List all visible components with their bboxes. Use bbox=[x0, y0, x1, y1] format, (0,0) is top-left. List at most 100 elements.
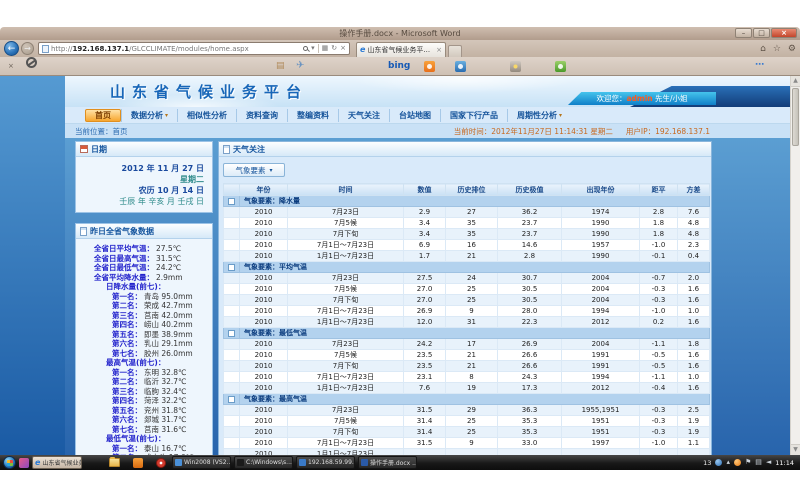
group-header-row[interactable]: 气象要素：降水量 bbox=[224, 196, 710, 207]
scroll-down-icon[interactable]: ▼ bbox=[791, 444, 800, 455]
cell-year: 2010 bbox=[240, 416, 288, 427]
rank-label: 第五名： bbox=[76, 330, 142, 340]
compatibility-view-icon[interactable]: ▦ bbox=[322, 43, 329, 54]
tab-close-icon[interactable]: × bbox=[436, 46, 442, 54]
browser-tab[interactable]: e 山东省气候业务平... × bbox=[356, 42, 446, 57]
nav-item[interactable]: 周期性分析 ▾ bbox=[507, 109, 571, 122]
bingbar-app-icon[interactable] bbox=[424, 61, 435, 72]
close-icon[interactable]: × bbox=[771, 28, 797, 38]
cell-value: 27.0 bbox=[404, 295, 446, 306]
table-row: 2010 7月23日 27.5 24 30.7 2004 -0.7 bbox=[224, 273, 710, 284]
expand-box-icon[interactable] bbox=[228, 264, 235, 271]
maximize-icon[interactable]: □ bbox=[753, 28, 770, 38]
cell-extreme: 23.7 bbox=[498, 218, 562, 229]
cell-anomaly: -1.1 bbox=[640, 372, 678, 383]
page-viewport: 山东省气候业务平台 欢迎您：admin 先生/小姐 首页 ▾ 数据分析 bbox=[0, 76, 800, 455]
scrollbar-thumb[interactable] bbox=[792, 88, 799, 146]
cell-rank: 25 bbox=[446, 416, 498, 427]
new-tab-button[interactable] bbox=[448, 45, 462, 57]
cell-value: 6.9 bbox=[404, 240, 446, 251]
addon-circle-icon[interactable] bbox=[26, 57, 37, 68]
minimize-icon[interactable]: – bbox=[735, 28, 752, 38]
bing-logo[interactable]: bing bbox=[388, 61, 410, 71]
cell-rank: 24 bbox=[446, 273, 498, 284]
toolbar-messenger-icon[interactable] bbox=[455, 61, 466, 72]
taskbar-ie-task[interactable]: e 山东省气候业务平台 bbox=[32, 456, 82, 469]
cell-rank: 27 bbox=[446, 207, 498, 218]
cell-variance: 1.1 bbox=[678, 438, 710, 449]
cell-year: 2010 bbox=[240, 361, 288, 372]
nav-item-label: 整编资料 bbox=[297, 110, 329, 121]
nav-item[interactable]: 整编资料 ▾ bbox=[287, 109, 338, 122]
nav-item[interactable]: 国家下行产品 ▾ bbox=[440, 109, 507, 122]
action-center-flag-icon[interactable]: ⚑ bbox=[745, 456, 751, 469]
toolbar-more-icon[interactable]: ⋯ bbox=[755, 60, 765, 70]
vertical-scrollbar[interactable]: ▲ ▼ bbox=[790, 76, 800, 455]
weather-element-button[interactable]: 气象要素 ▾ bbox=[223, 163, 285, 177]
toolbar-people-icon[interactable] bbox=[555, 61, 566, 72]
app-icon bbox=[237, 459, 244, 466]
taskbar-clock[interactable]: 11:14 bbox=[775, 459, 797, 467]
show-hidden-icons-arrow[interactable]: ▴ bbox=[726, 456, 730, 469]
cell-rank: 9 bbox=[446, 306, 498, 317]
taskbar-pinned-icon[interactable] bbox=[19, 458, 29, 468]
search-icon[interactable] bbox=[303, 46, 308, 51]
site-container: 山东省气候业务平台 欢迎您：admin 先生/小姐 首页 ▾ 数据分析 bbox=[65, 76, 790, 455]
nav-item[interactable]: 首页 ▾ bbox=[85, 109, 121, 122]
expand-box-icon[interactable] bbox=[228, 198, 235, 205]
group-header-row[interactable]: 气象要素：最高气温 bbox=[224, 394, 710, 405]
expand-box-icon[interactable] bbox=[228, 396, 235, 403]
volume-icon[interactable]: ◄ bbox=[766, 456, 771, 469]
group-header-row[interactable]: 气象要素：最低气温 bbox=[224, 328, 710, 339]
taskbar-app-orange-icon[interactable] bbox=[133, 458, 143, 468]
rank-value: 胶州 26.0mm bbox=[142, 349, 193, 359]
toolbar-close-icon[interactable]: × bbox=[8, 62, 14, 70]
taskbar-task-button[interactable]: 操作手册.docx ... bbox=[358, 456, 417, 469]
nav-item[interactable]: 相似性分析 ▾ bbox=[177, 109, 236, 122]
refresh-icon[interactable]: ↻ bbox=[331, 43, 337, 54]
cell-value: 24.2 bbox=[404, 339, 446, 350]
cell-time: 7月23日 bbox=[288, 339, 404, 350]
stop-icon[interactable]: × bbox=[340, 43, 346, 54]
send-tool-icon[interactable]: ✈ bbox=[296, 60, 304, 71]
scroll-up-icon[interactable]: ▲ bbox=[791, 76, 800, 87]
nav-item[interactable]: 天气关注 ▾ bbox=[338, 109, 389, 122]
autocomplete-dropdown-icon[interactable]: ▾ bbox=[311, 43, 315, 54]
home-icon[interactable]: ⌂ bbox=[760, 44, 766, 54]
media-player-icon[interactable] bbox=[156, 458, 166, 468]
network-icon[interactable]: ▤ bbox=[755, 456, 762, 469]
cell-extreme: 2.8 bbox=[498, 251, 562, 262]
app-icon bbox=[361, 459, 368, 466]
explorer-folder-icon[interactable] bbox=[109, 458, 120, 467]
taskbar-task-button[interactable]: 192.168.59.99... bbox=[296, 456, 355, 469]
back-button[interactable]: ← bbox=[4, 41, 19, 56]
rank-line: 第三名： 临朐 32.4℃ bbox=[76, 387, 210, 397]
settings-gear-icon[interactable]: ⚙ bbox=[788, 44, 796, 54]
cell-value: 27.0 bbox=[404, 284, 446, 295]
expand-box-icon[interactable] bbox=[228, 330, 235, 337]
tray-network-app-icon[interactable] bbox=[715, 459, 722, 466]
taskbar-task-button[interactable]: C:\Windows\s... bbox=[234, 456, 293, 469]
cell-variance: 0.4 bbox=[678, 251, 710, 262]
rank-line: 第二名： 临沂 32.7℃ bbox=[76, 377, 210, 387]
nav-item[interactable]: 资料查询 ▾ bbox=[236, 109, 287, 122]
snapshot-tool-icon[interactable]: ▤ bbox=[276, 61, 285, 71]
cell-rank: 16 bbox=[446, 240, 498, 251]
cell-value: 23.5 bbox=[404, 361, 446, 372]
toolbar-camera-icon[interactable] bbox=[510, 61, 521, 72]
weather-element-label: 气象要素 bbox=[235, 165, 265, 176]
tray-firefox-icon[interactable] bbox=[734, 459, 741, 466]
stat-label: 全省日平均气温： bbox=[76, 244, 154, 254]
group-header-row[interactable]: 气象要素：平均气温 bbox=[224, 262, 710, 273]
start-button[interactable] bbox=[3, 456, 16, 469]
taskbar-task-button[interactable]: Win2008 (VS2... bbox=[172, 456, 231, 469]
rank-value: 莒南 31.6℃ bbox=[142, 425, 187, 435]
nav-item[interactable]: 数据分析 ▾ bbox=[121, 109, 177, 122]
nav-item[interactable]: 台站地图 ▾ bbox=[389, 109, 440, 122]
forward-button[interactable]: → bbox=[21, 42, 34, 55]
weather-focus-body: 气象要素 ▾ bbox=[219, 157, 711, 455]
cell-rank: 9 bbox=[446, 438, 498, 449]
cell-extreme-year: 1994 bbox=[562, 372, 640, 383]
favorites-star-icon[interactable]: ☆ bbox=[773, 44, 781, 54]
address-bar[interactable]: http://192.168.137.1/GLCCLIMATE/modules/… bbox=[38, 42, 350, 55]
